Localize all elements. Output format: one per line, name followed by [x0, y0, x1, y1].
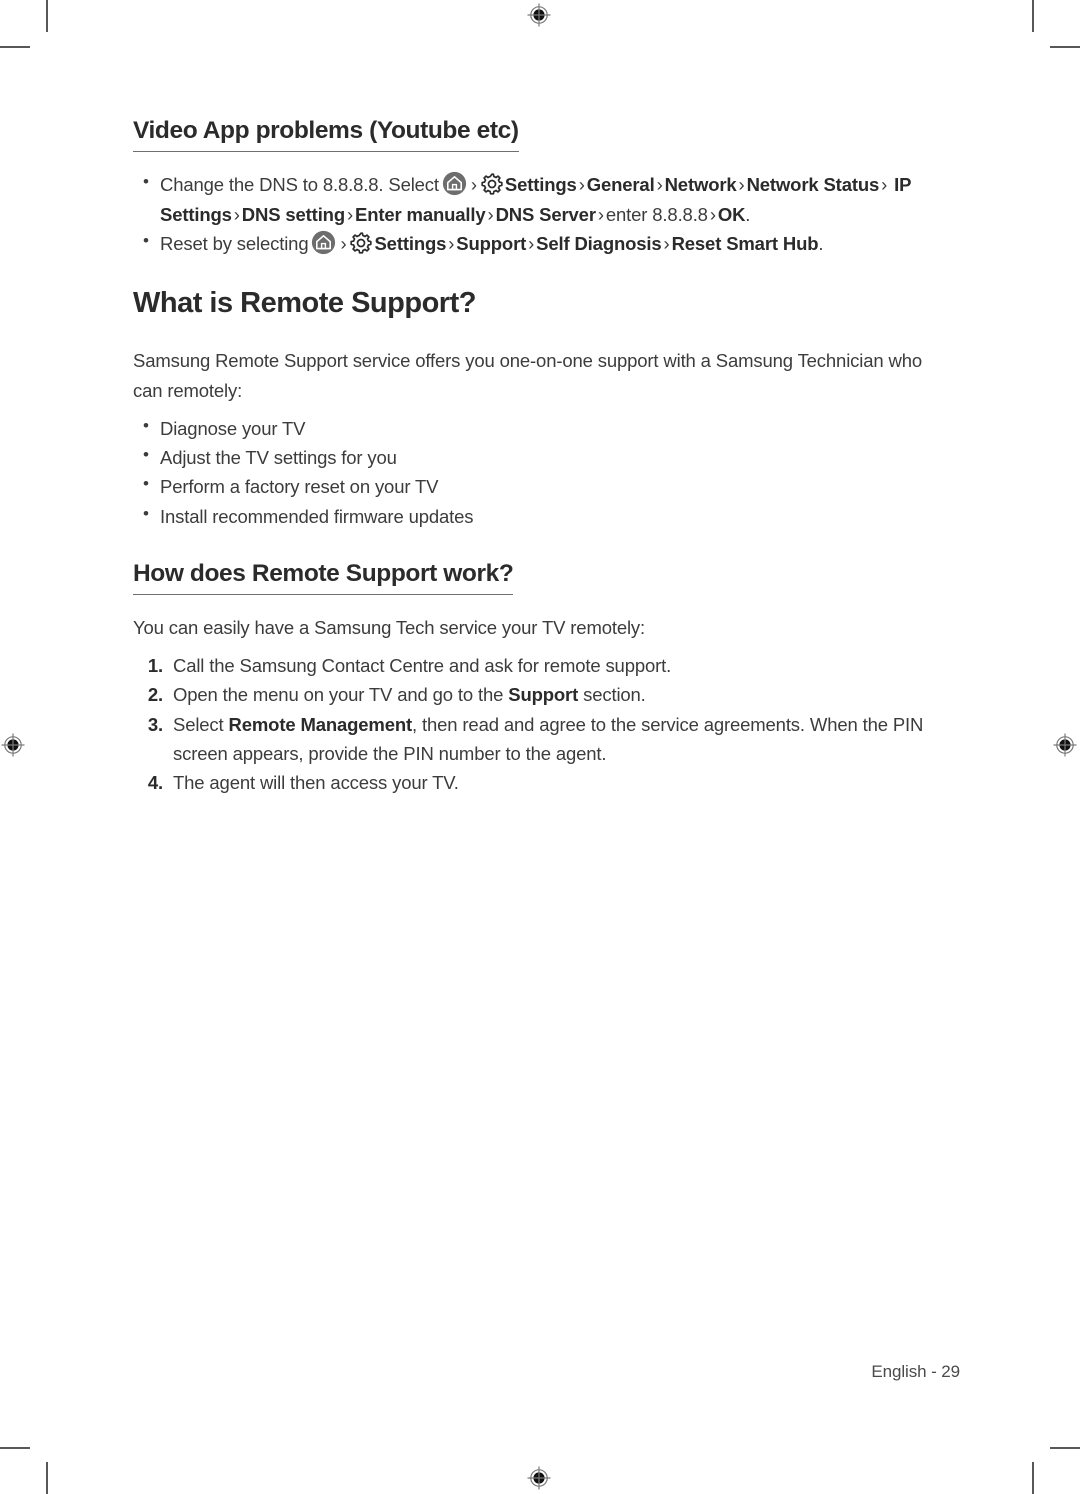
- chevron-separator: ›: [528, 232, 535, 254]
- list-item-label: Diagnose your TV: [160, 417, 306, 439]
- bullet-lead-text: Change the DNS to 8.8.8.8. Select: [160, 174, 439, 196]
- step-number: 4.: [147, 772, 163, 794]
- crop-mark-top-left-horizontal: [0, 46, 30, 48]
- registration-mark-right-middle: [1053, 733, 1077, 757]
- list-item: Perform a factory reset on your TV: [133, 471, 947, 501]
- chevron-separator: ›: [340, 232, 347, 254]
- chevron-separator: ›: [881, 174, 888, 196]
- chevron-separator: ›: [448, 232, 455, 254]
- list-item-label: Perform a factory reset on your TV: [160, 476, 439, 498]
- list-item: 3. Select Remote Management, then read an…: [133, 710, 947, 768]
- list-item: Change the DNS to 8.8.8.8. Select › Sett…: [133, 169, 947, 228]
- menu-path-dns-setting: DNS setting: [241, 203, 345, 225]
- list-item: Diagnose your TV: [133, 413, 947, 443]
- menu-path-self-diagnosis: Self Diagnosis: [536, 232, 662, 254]
- remote-support-steps-list: 1. Call the Samsung Contact Centre and as…: [133, 651, 947, 797]
- step-number: 1.: [147, 655, 163, 677]
- section-how-remote-support-works: How does Remote Support work?: [133, 560, 947, 596]
- document-page: Video App problems (Youtube etc) Change …: [0, 0, 1080, 1494]
- chevron-separator: ›: [487, 203, 494, 225]
- list-item: 4. The agent will then access your TV.: [133, 768, 947, 797]
- list-item: Adjust the TV settings for you: [133, 442, 947, 472]
- menu-path-support: Support: [456, 232, 527, 254]
- step-number: 3.: [147, 713, 163, 735]
- section-video-app-problems: Video App problems (Youtube etc): [133, 117, 947, 153]
- step-emphasis: Support: [508, 684, 579, 706]
- remote-support-capability-list: Diagnose your TV Adjust the TV settings …: [133, 413, 947, 531]
- list-item-label: Adjust the TV settings for you: [160, 447, 397, 469]
- gear-icon: [481, 173, 503, 196]
- chevron-separator: ›: [656, 174, 663, 196]
- step-text-tail: section.: [578, 684, 646, 706]
- crop-mark-bottom-left-vertical: [46, 1462, 48, 1494]
- list-item: 1. Call the Samsung Contact Centre and as…: [133, 651, 947, 680]
- crop-mark-top-right-vertical: [1032, 0, 1034, 32]
- registration-mark-left-middle: [1, 733, 25, 757]
- list-item: Reset by selecting › Settings›Support›Se…: [133, 228, 947, 258]
- menu-path-reset-smart-hub: Reset Smart Hub: [671, 232, 819, 254]
- chevron-separator: ›: [578, 174, 585, 196]
- chevron-separator: ›: [663, 232, 670, 254]
- heading-video-app-problems: Video App problems (Youtube etc): [133, 117, 519, 153]
- trailing-period: .: [745, 203, 751, 225]
- chevron-separator: ›: [738, 174, 745, 196]
- how-remote-support-works-intro: You can easily have a Samsung Tech servi…: [133, 617, 646, 639]
- menu-path-network-status: Network Status: [746, 174, 880, 196]
- list-item: 2. Open the menu on your TV and go to the…: [133, 680, 947, 709]
- registration-mark-top-center: [527, 3, 551, 27]
- step-emphasis: Remote Management: [228, 713, 413, 735]
- step-text: The agent will then access your TV.: [173, 772, 459, 794]
- content-column: Video App problems (Youtube etc) Change …: [133, 117, 947, 797]
- home-icon: [442, 171, 467, 196]
- chevron-separator: ›: [470, 174, 477, 196]
- menu-path-dns-server: DNS Server: [495, 203, 596, 225]
- menu-path-network: Network: [664, 174, 737, 196]
- step-text: Select: [173, 713, 229, 735]
- menu-path-settings: Settings: [374, 232, 447, 254]
- crop-mark-bottom-left-horizontal: [0, 1447, 30, 1449]
- heading-what-is-remote-support: What is Remote Support?: [133, 287, 476, 320]
- dns-enter-value: enter 8.8.8.8: [605, 203, 708, 225]
- menu-path-settings: Settings: [504, 174, 577, 196]
- heading-how-does-remote-support-work: How does Remote Support work?: [133, 560, 514, 596]
- step-text: Open the menu on your TV and go to the: [173, 684, 509, 706]
- home-icon: [311, 230, 336, 255]
- crop-mark-top-right-horizontal: [1050, 46, 1080, 48]
- chevron-separator: ›: [709, 203, 716, 225]
- crop-mark-top-left-vertical: [46, 0, 48, 32]
- step-text: Call the Samsung Contact Centre and ask …: [173, 655, 672, 677]
- trailing-period: .: [818, 232, 824, 254]
- chevron-separator: ›: [347, 203, 354, 225]
- list-item: Install recommended firmware updates: [133, 501, 947, 531]
- menu-path-general: General: [586, 174, 655, 196]
- menu-path-ok: OK: [717, 203, 746, 225]
- chevron-separator: ›: [597, 203, 604, 225]
- page-footer-language-and-number: English - 29: [871, 1362, 960, 1381]
- registration-mark-bottom-center: [527, 1466, 551, 1490]
- crop-mark-bottom-right-horizontal: [1050, 1447, 1080, 1449]
- bullet-lead-text: Reset by selecting: [160, 232, 309, 254]
- step-number: 2.: [147, 684, 163, 706]
- what-is-remote-support-intro: Samsung Remote Support service offers yo…: [133, 350, 922, 401]
- list-item-label: Install recommended firmware updates: [160, 505, 474, 527]
- chevron-separator: ›: [233, 203, 240, 225]
- video-app-bullet-list: Change the DNS to 8.8.8.8. Select › Sett…: [133, 169, 947, 258]
- gear-icon: [350, 232, 373, 254]
- menu-path-enter-manually: Enter manually: [355, 203, 486, 225]
- crop-mark-bottom-right-vertical: [1032, 1462, 1034, 1494]
